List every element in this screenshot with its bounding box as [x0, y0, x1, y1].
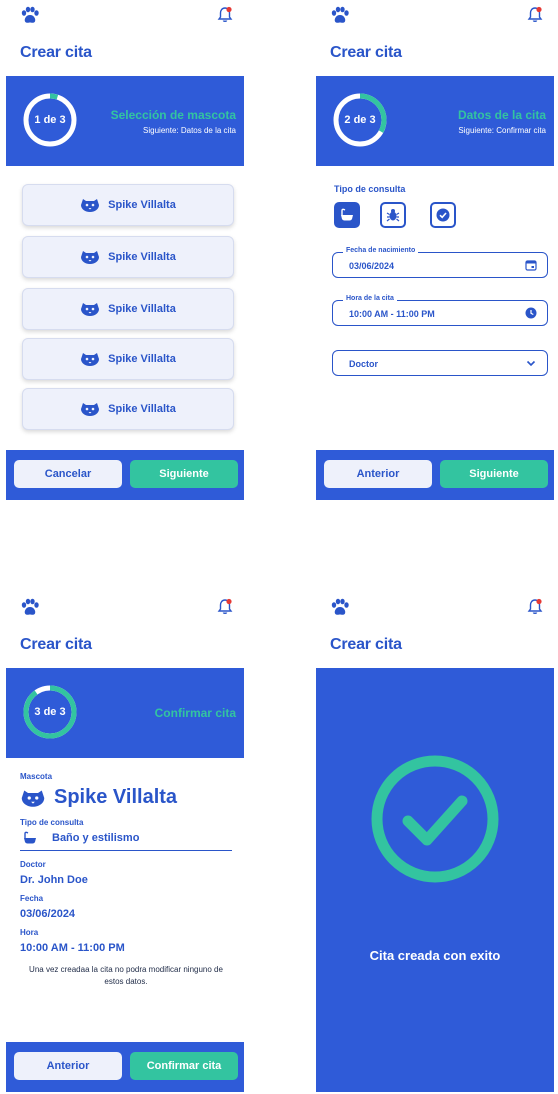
- paw-icon[interactable]: [330, 6, 350, 26]
- paw-icon[interactable]: [20, 598, 40, 618]
- bell-icon[interactable]: [526, 598, 544, 616]
- doctor-label: Doctor: [20, 860, 46, 869]
- next-button[interactable]: Siguiente: [130, 460, 238, 488]
- date-label: Fecha: [20, 894, 44, 903]
- doctor-select-value: Doctor: [349, 359, 378, 369]
- footer-actions: Anterior Confirmar cita: [6, 1042, 244, 1092]
- screen-confirm: Crear cita 3 de 3 Confirmar cita Mascota…: [6, 592, 244, 1092]
- step-title: Selección de mascota: [110, 108, 236, 122]
- confirm-button[interactable]: Confirmar cita: [130, 1052, 238, 1080]
- time-field-label: Hora de la cita: [343, 295, 397, 302]
- top-bar: [6, 0, 244, 36]
- pet-face-icon: [81, 303, 100, 316]
- pet-label: Mascota: [20, 772, 53, 781]
- step-title: Datos de la cita: [457, 108, 546, 122]
- pet-face-icon: [81, 403, 100, 416]
- consult-type-label: Tipo de consulta: [334, 184, 406, 194]
- pet-card[interactable]: Spike Villalta: [22, 338, 234, 380]
- progress-header: 1 de 3 Selección de mascota Siguiente: D…: [6, 76, 244, 166]
- pet-face-icon: [81, 353, 100, 366]
- back-button[interactable]: Anterior: [14, 1052, 122, 1080]
- bell-icon[interactable]: [216, 6, 234, 24]
- progress-text: 3 de 3: [34, 706, 66, 718]
- pet-face-icon: [81, 251, 100, 264]
- cancel-button[interactable]: Cancelar: [14, 460, 122, 488]
- bug-icon: [386, 209, 400, 222]
- page-title: Crear cita: [20, 636, 92, 653]
- check-circle-icon: [436, 208, 450, 222]
- bathtub-icon: [24, 831, 36, 844]
- calendar-icon[interactable]: [525, 259, 537, 271]
- top-bar: [6, 592, 244, 628]
- pet-name: Spike Villalta: [54, 786, 178, 808]
- time-field[interactable]: Hora de la cita 10:00 AM - 11:00 PM: [332, 295, 548, 326]
- screen-pet-selection: Crear cita 1 de 3 Selección de mascota S…: [6, 0, 244, 500]
- pet-name: Spike Villalta: [108, 251, 176, 263]
- top-bar: [316, 592, 554, 628]
- bell-icon[interactable]: [216, 598, 234, 616]
- next-button[interactable]: Siguiente: [440, 460, 548, 488]
- date-field-value: 03/06/2024: [349, 261, 395, 271]
- consult-type-bath[interactable]: [334, 202, 360, 228]
- doctor-value: Dr. John Doe: [20, 874, 88, 886]
- time-field-value: 10:00 AM - 11:00 PM: [349, 309, 435, 319]
- pet-name: Spike Villalta: [108, 353, 176, 365]
- progress-text: 2 de 3: [344, 114, 376, 126]
- back-button[interactable]: Anterior: [324, 460, 432, 488]
- pet-card[interactable]: Spike Villalta: [22, 184, 234, 226]
- paw-icon[interactable]: [20, 6, 40, 26]
- check-circle-icon: [371, 755, 499, 883]
- date-value: 03/06/2024: [20, 908, 76, 920]
- consult-type-checkup[interactable]: [430, 202, 456, 228]
- consult-type-value: Baño y estilismo: [52, 832, 140, 844]
- next-step-text: Siguiente: Datos de la cita: [143, 126, 236, 135]
- consult-type-parasites[interactable]: [380, 202, 406, 228]
- success-message: Cita creada con exito: [369, 948, 501, 963]
- date-field[interactable]: Fecha de nacimiento 03/06/2024: [332, 247, 548, 278]
- progress-header: 3 de 3 Confirmar cita: [6, 668, 244, 758]
- date-field-label: Fecha de nacimiento: [343, 247, 419, 254]
- doctor-select[interactable]: Doctor: [332, 350, 548, 376]
- footer-actions: Cancelar Siguiente: [6, 450, 244, 500]
- pet-card[interactable]: Spike Villalta: [22, 288, 234, 330]
- pet-name: Spike Villalta: [108, 199, 176, 211]
- clock-icon[interactable]: [525, 307, 537, 319]
- progress-text: 1 de 3: [34, 114, 66, 126]
- divider: [20, 850, 232, 851]
- paw-icon[interactable]: [330, 598, 350, 618]
- screen-success: Crear cita Cita creada con exito: [316, 592, 554, 1092]
- page-title: Crear cita: [330, 44, 402, 61]
- progress-header: 2 de 3 Datos de la cita Siguiente: Confi…: [316, 76, 554, 166]
- pet-card[interactable]: Spike Villalta: [22, 236, 234, 278]
- pet-name: Spike Villalta: [108, 303, 176, 315]
- bathtub-icon: [341, 208, 353, 221]
- pet-card[interactable]: Spike Villalta: [22, 388, 234, 430]
- step-title: Confirmar cita: [154, 706, 236, 720]
- pet-face-icon: [21, 790, 45, 807]
- consult-type-label: Tipo de consulta: [20, 818, 84, 827]
- pet-name: Spike Villalta: [108, 403, 176, 415]
- time-label: Hora: [20, 928, 39, 937]
- pet-face-icon: [81, 199, 100, 212]
- time-value: 10:00 AM - 11:00 PM: [20, 942, 125, 954]
- page-title: Crear cita: [20, 44, 92, 61]
- page-title: Crear cita: [330, 636, 402, 653]
- warning-note: Una vez creadaa la cita no podra modific…: [29, 965, 223, 986]
- footer-actions: Anterior Siguiente: [316, 450, 554, 500]
- bell-icon[interactable]: [526, 6, 544, 24]
- screen-appointment-data: Crear cita 2 de 3 Datos de la cita Sigui…: [316, 0, 554, 500]
- next-step-text: Siguiente: Confirmar cita: [458, 126, 546, 135]
- top-bar: [316, 0, 554, 36]
- chevron-down-icon: [526, 360, 536, 367]
